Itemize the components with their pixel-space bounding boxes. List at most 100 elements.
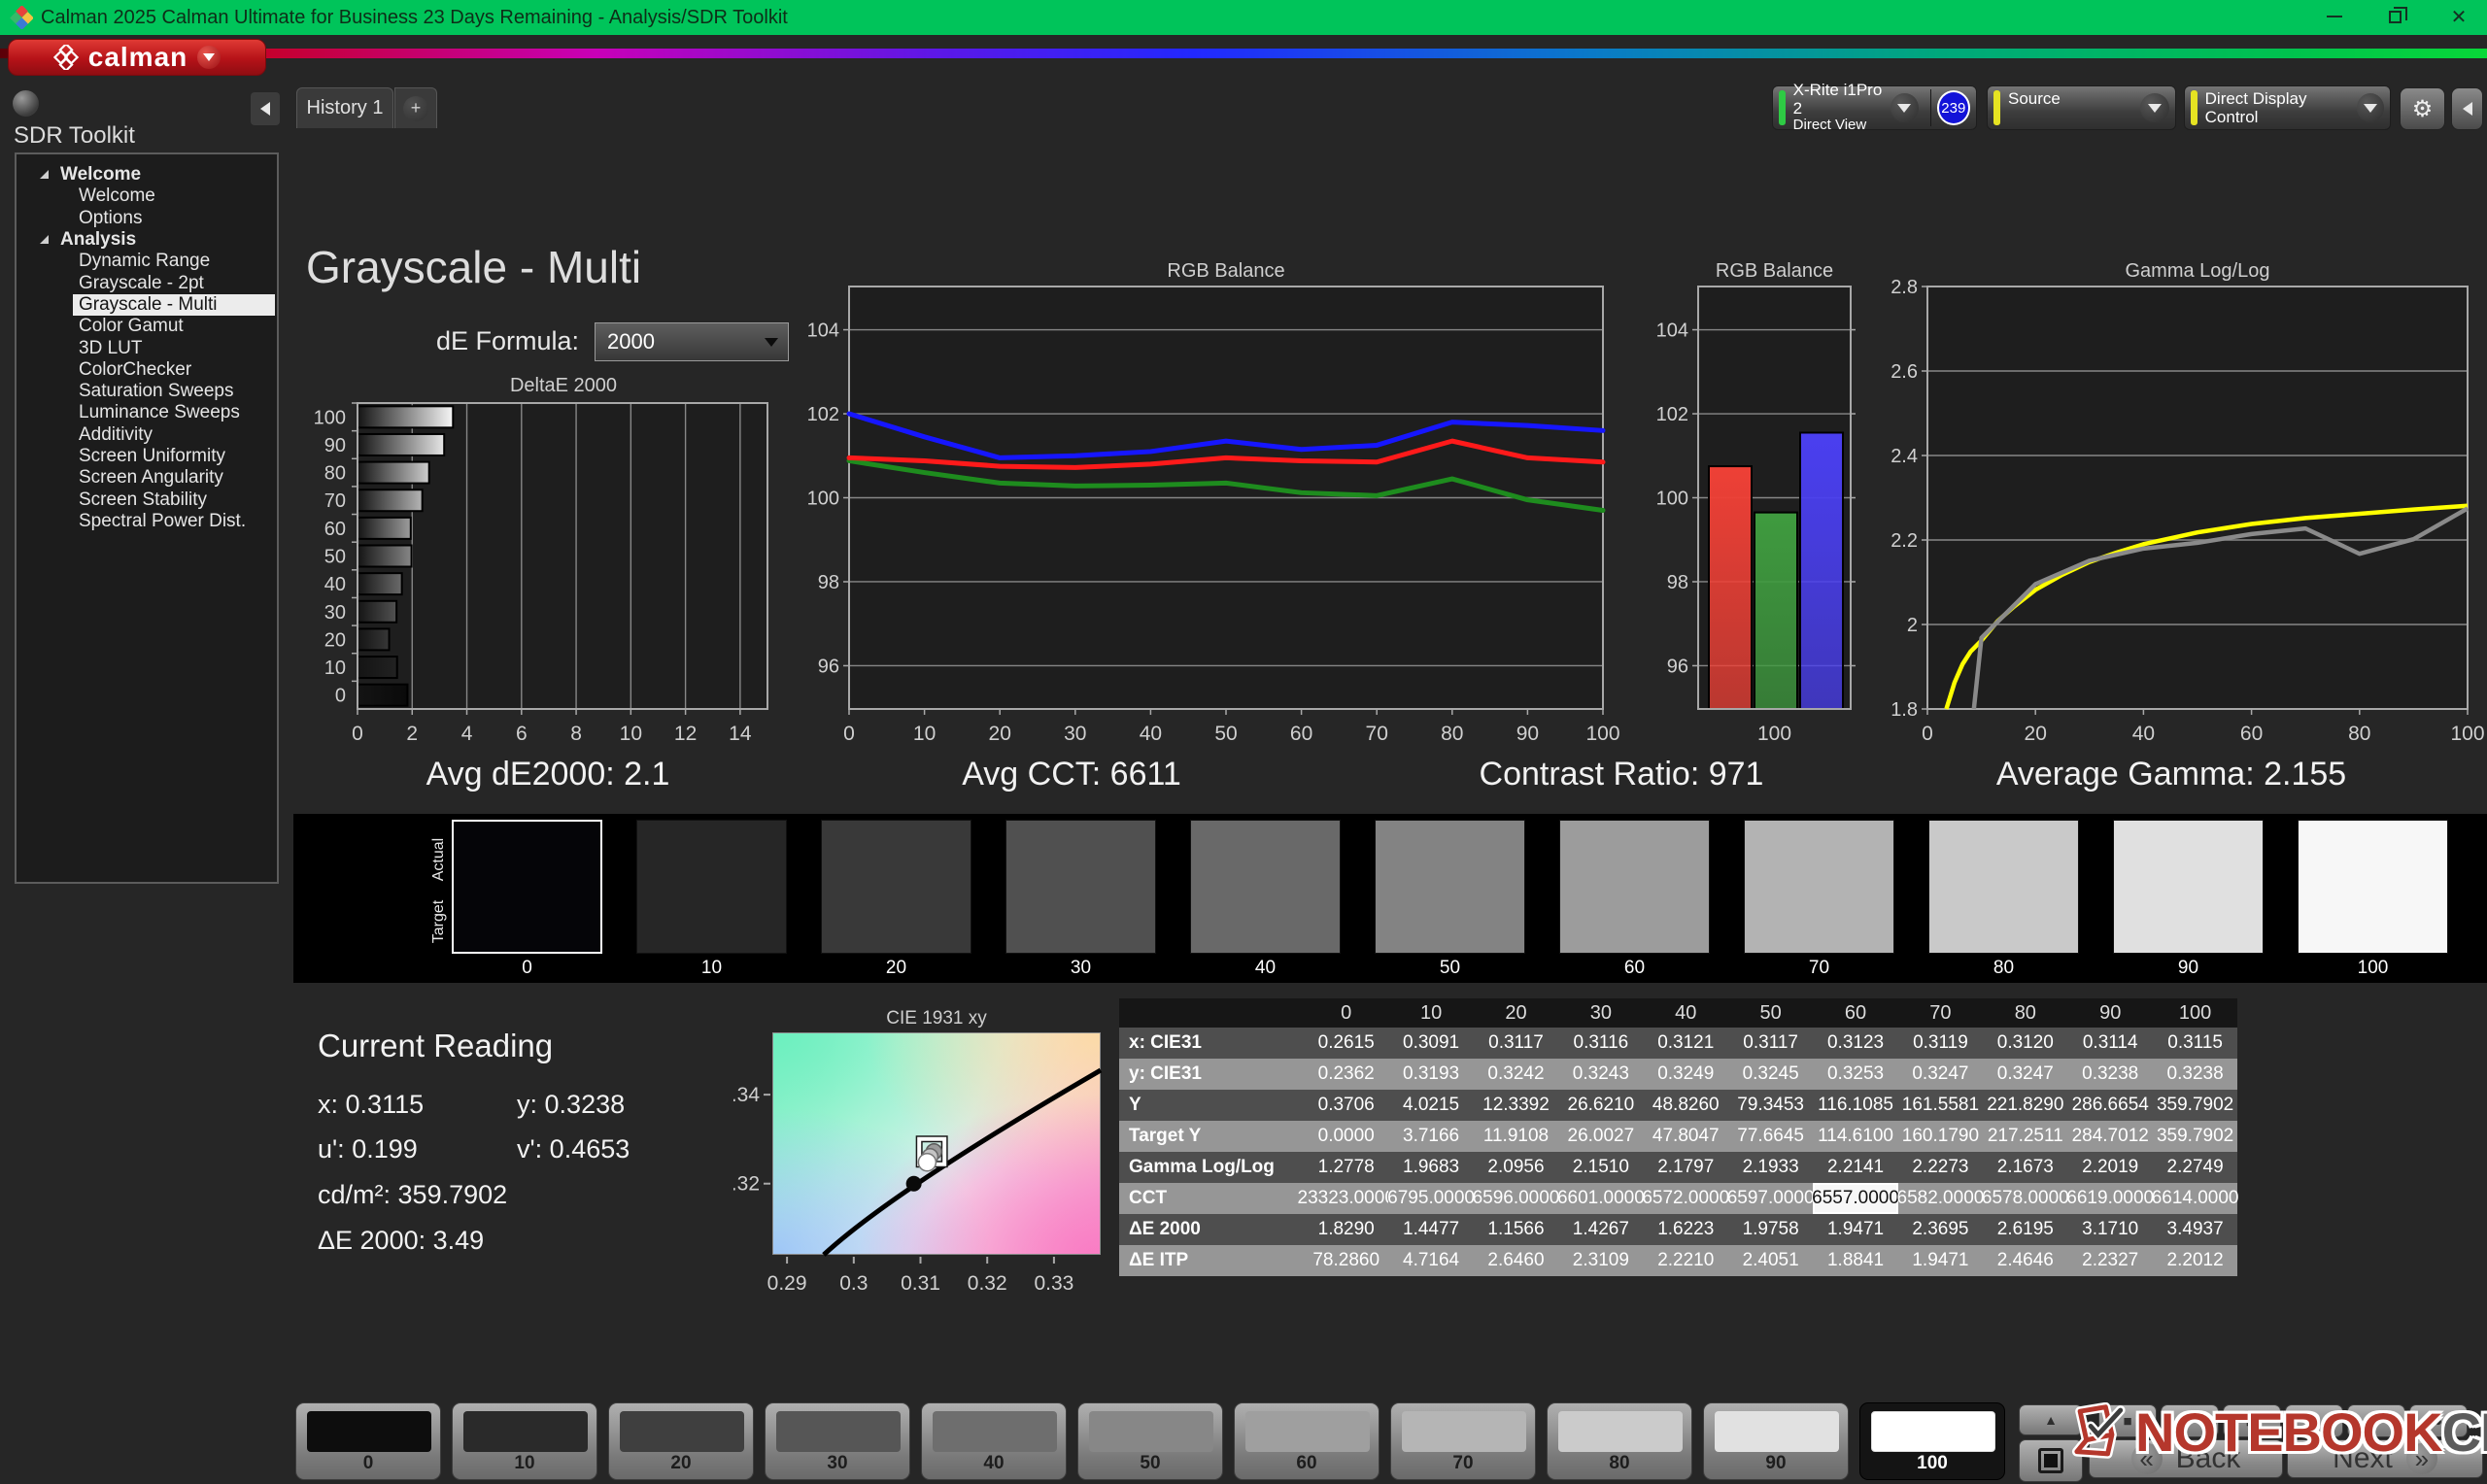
table-cell[interactable]: 1.8290 (1304, 1214, 1388, 1245)
table-cell[interactable]: 0.3249 (1644, 1059, 1728, 1090)
add-tab-button[interactable]: + (394, 87, 437, 128)
table-cell[interactable]: 2.2210 (1644, 1245, 1728, 1276)
table-cell[interactable]: 116.1085 (1813, 1090, 1897, 1121)
stop-button[interactable]: ■ (2098, 1404, 2157, 1437)
table-cell[interactable]: 1.9758 (1728, 1214, 1813, 1245)
calman-menu-button[interactable]: calman (8, 39, 266, 76)
table-cell[interactable]: 1.2778 (1304, 1152, 1388, 1183)
patch-button-40[interactable]: 40 (921, 1402, 1067, 1480)
sidebar-item-options[interactable]: Options (17, 208, 277, 229)
table-cell[interactable]: 6619.0000 (2068, 1183, 2153, 1214)
tree-group-analysis[interactable]: Analysis (17, 229, 277, 251)
patch-button-90[interactable]: 90 (1703, 1402, 1849, 1480)
table-cell[interactable]: 2.2141 (1813, 1152, 1897, 1183)
table-cell[interactable]: 2.1933 (1728, 1152, 1813, 1183)
sidebar-item-saturation-sweeps[interactable]: Saturation Sweeps (17, 381, 277, 402)
table-cell[interactable]: 2.3109 (1558, 1245, 1643, 1276)
table-cell[interactable]: 2.4646 (1983, 1245, 2067, 1276)
table-cell[interactable]: 0.2362 (1304, 1059, 1388, 1090)
table-cell[interactable]: 0.3114 (2068, 1028, 2153, 1059)
minimize-button[interactable] (2312, 0, 2357, 33)
table-cell[interactable]: 4.0215 (1388, 1090, 1473, 1121)
table-cell[interactable]: 286.6654 (2068, 1090, 2153, 1121)
expander-icon[interactable] (40, 170, 49, 179)
sidebar-item-3d-lut[interactable]: 3D LUT (17, 337, 277, 358)
meter-count-badge[interactable]: 239 (1937, 90, 1970, 125)
patch-window-button[interactable] (2019, 1439, 2083, 1482)
table-cell[interactable]: 0.0000 (1304, 1121, 1388, 1152)
play-button[interactable]: ▶ (2161, 1404, 2219, 1437)
table-cell[interactable]: 0.2615 (1304, 1028, 1388, 1059)
table-cell[interactable]: 0.3706 (1304, 1090, 1388, 1121)
table-cell[interactable]: 6597.0000 (1728, 1183, 1813, 1214)
table-cell[interactable]: 1.6223 (1644, 1214, 1728, 1245)
table-cell[interactable]: 0.3245 (1728, 1059, 1813, 1090)
table-cell[interactable]: 6578.0000 (1983, 1183, 2067, 1214)
table-cell[interactable]: 2.1673 (1983, 1152, 2067, 1183)
patch-button-70[interactable]: 70 (1390, 1402, 1536, 1480)
source-dropdown[interactable]: Source (1987, 85, 2176, 130)
table-cell[interactable]: 1.8841 (1813, 1245, 1897, 1276)
table-cell[interactable]: 1.9471 (1813, 1214, 1897, 1245)
table-cell[interactable]: 0.3247 (1898, 1059, 1983, 1090)
sidebar-item-color-gamut[interactable]: Color Gamut (17, 316, 277, 337)
de-formula-dropdown[interactable]: 2000 (595, 322, 789, 361)
sidebar-item-colorchecker[interactable]: ColorChecker (17, 359, 277, 381)
expander-icon[interactable] (40, 235, 49, 244)
sidebar-collapse-button[interactable] (251, 92, 280, 125)
patch-button-60[interactable]: 60 (1234, 1402, 1380, 1480)
table-cell[interactable]: 2.2012 (2153, 1245, 2237, 1276)
table-cell[interactable]: 6596.0000 (1474, 1183, 1558, 1214)
sidebar-item-grayscale-multi[interactable]: Grayscale - Multi (73, 294, 275, 316)
table-cell[interactable]: 3.4937 (2153, 1214, 2237, 1245)
table-cell[interactable]: 359.7902 (2153, 1090, 2237, 1121)
table-cell[interactable]: 359.7902 (2153, 1121, 2237, 1152)
table-cell[interactable]: 0.3193 (1388, 1059, 1473, 1090)
table-cell[interactable]: 1.4267 (1558, 1214, 1643, 1245)
display-control-chevron-button[interactable] (2357, 93, 2384, 122)
tree-group-welcome[interactable]: Welcome (17, 164, 277, 186)
table-cell[interactable]: 1.4477 (1388, 1214, 1473, 1245)
patch-button-50[interactable]: 50 (1077, 1402, 1223, 1480)
table-cell[interactable]: 2.6195 (1983, 1214, 2067, 1245)
table-cell[interactable]: 221.8290 (1983, 1090, 2067, 1121)
table-cell[interactable]: 3.1710 (2068, 1214, 2153, 1245)
table-cell[interactable]: 4.7164 (1388, 1245, 1473, 1276)
source-chevron-button[interactable] (2140, 93, 2169, 122)
patch-button-20[interactable]: 20 (608, 1402, 754, 1480)
tab-history-1[interactable]: History 1 (296, 87, 393, 128)
table-cell[interactable]: 1.9471 (1898, 1245, 1983, 1276)
sidebar-item-screen-angularity[interactable]: Screen Angularity (17, 467, 277, 489)
workflow-orb-button[interactable] (13, 90, 39, 117)
patch-button-80[interactable]: 80 (1547, 1402, 1692, 1480)
patch-button-30[interactable]: 30 (765, 1402, 910, 1480)
table-cell[interactable]: 2.1797 (1644, 1152, 1728, 1183)
collapse-panel-button[interactable] (2451, 87, 2483, 130)
sidebar-item-additivity[interactable]: Additivity (17, 424, 277, 446)
restore-button[interactable] (2372, 0, 2417, 33)
table-cell[interactable]: 78.2860 (1304, 1245, 1388, 1276)
table-cell[interactable]: 2.2327 (2068, 1245, 2153, 1276)
table-cell[interactable]: 161.5581 (1898, 1090, 1983, 1121)
sidebar-item-screen-stability[interactable]: Screen Stability (17, 489, 277, 510)
table-cell[interactable]: 0.3117 (1474, 1028, 1558, 1059)
table-cell[interactable]: 0.3119 (1898, 1028, 1983, 1059)
table-cell-selected[interactable]: 6557.0000 (1813, 1183, 1897, 1214)
table-cell[interactable]: 160.1790 (1898, 1121, 1983, 1152)
close-button[interactable]: ✕ (2436, 0, 2481, 33)
table-cell[interactable]: 0.3243 (1558, 1059, 1643, 1090)
patch-button-10[interactable]: 10 (452, 1402, 597, 1480)
table-cell[interactable]: 114.6100 (1813, 1121, 1897, 1152)
table-cell[interactable]: 2.1510 (1558, 1152, 1643, 1183)
sidebar-item-spectral-power-dist[interactable]: Spectral Power Dist. (17, 511, 277, 532)
meter-chevron-button[interactable] (1891, 93, 1919, 122)
table-cell[interactable]: 26.6210 (1558, 1090, 1643, 1121)
table-cell[interactable]: 0.3247 (1983, 1059, 2067, 1090)
table-cell[interactable]: 1.1566 (1474, 1214, 1558, 1245)
table-cell[interactable]: 0.3238 (2068, 1059, 2153, 1090)
table-cell[interactable]: 0.3238 (2153, 1059, 2237, 1090)
table-cell[interactable]: 0.3120 (1983, 1028, 2067, 1059)
table-cell[interactable]: 0.3091 (1388, 1028, 1473, 1059)
back-button[interactable]: « Back (2089, 1439, 2283, 1478)
refresh-button[interactable]: ↻ (2347, 1404, 2405, 1437)
